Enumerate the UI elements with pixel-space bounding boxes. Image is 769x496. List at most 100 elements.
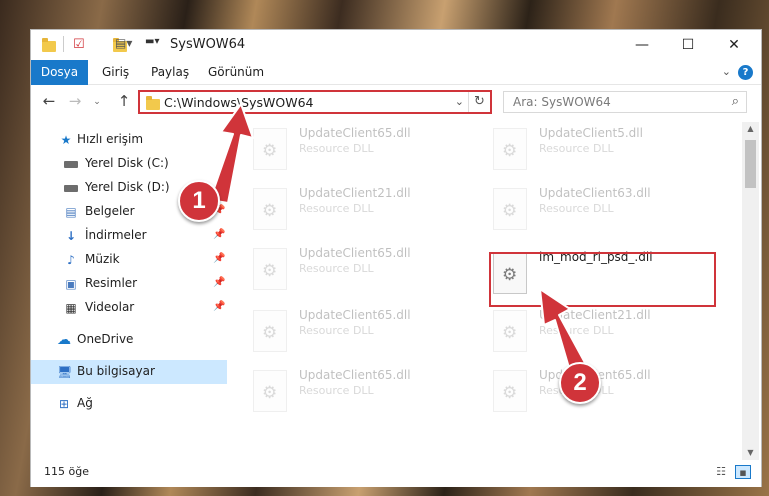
file-type: Resource DLL — [539, 202, 614, 215]
chevron-down-icon[interactable]: ▬▾ — [145, 36, 159, 52]
item-count: 115 öğe — [44, 465, 89, 478]
file-name: UpdateClient63.dll — [539, 186, 651, 200]
file-type: Resource DLL — [299, 202, 374, 215]
sidebar-item-disk-c[interactable]: Yerel Disk (C:) — [31, 152, 227, 176]
refresh-icon[interactable]: ↻ — [468, 92, 490, 112]
customize-toolbar-icon[interactable]: ▤▾ — [115, 36, 132, 52]
list-item[interactable]: UpdateClient65.dll Resource DLL — [247, 364, 483, 420]
disk-icon — [64, 161, 78, 168]
sidebar-item-onedrive[interactable]: ☁ OneDrive — [31, 328, 227, 352]
sidebar-item-network[interactable]: ⊞ Ağ — [31, 392, 227, 416]
sidebar-item-pictures[interactable]: ▣ Resimler 📌 — [31, 272, 227, 296]
dll-file-icon — [493, 188, 527, 230]
scrollbar-thumb[interactable] — [745, 140, 756, 188]
maximize-button[interactable]: ☐ — [665, 30, 711, 60]
pictures-icon: ▣ — [65, 277, 77, 291]
video-icon: ▦ — [65, 301, 77, 315]
list-item[interactable]: UpdateClient5.dll Resource DLL — [487, 122, 723, 178]
sidebar-item-label: Bu bilgisayar — [77, 364, 155, 378]
minimize-button[interactable]: — — [619, 30, 665, 60]
list-item[interactable]: UpdateClient21.dll Resource DLL — [247, 182, 483, 238]
window-title: SysWOW64 — [170, 37, 246, 52]
step-1-badge: 1 — [178, 180, 220, 222]
sidebar-item-this-pc[interactable]: 🖥 Bu bilgisayar — [31, 360, 227, 384]
list-item[interactable]: UpdateClient65.dll Resource DLL — [247, 122, 483, 178]
dll-file-icon — [493, 310, 527, 352]
file-type: Resource DLL — [539, 142, 614, 155]
sidebar-item-label: Videolar — [85, 300, 135, 314]
help-icon[interactable]: ? — [738, 65, 753, 80]
star-icon: ★ — [60, 133, 72, 147]
file-name: UpdateClient65.dll — [299, 368, 411, 382]
sidebar-item-music[interactable]: ♪ Müzik 📌 — [31, 248, 227, 272]
sidebar-item-label: Resimler — [85, 276, 138, 290]
dll-file-icon — [253, 370, 287, 412]
sidebar-item-label: Yerel Disk (D:) — [85, 180, 170, 194]
list-item[interactable]: UpdateClient65.dll Resource DLL — [247, 242, 483, 298]
up-arrow-icon[interactable]: ↑ — [114, 92, 134, 110]
file-name: UpdateClient65.dll — [299, 126, 411, 140]
file-type: Resource DLL — [299, 324, 374, 337]
list-item[interactable]: UpdateClient65.dll Resource DLL — [247, 304, 483, 360]
sidebar-item-label: Yerel Disk (C:) — [85, 156, 169, 170]
file-name: UpdateClient21.dll — [539, 308, 651, 322]
tab-view[interactable]: Görünüm — [208, 60, 264, 85]
file-name: UpdateClient65.dll — [299, 246, 411, 260]
search-input[interactable]: Ara: SysWOW64 ⌕ — [503, 91, 747, 113]
sidebar-item-label: Ağ — [77, 396, 93, 410]
scroll-down-icon[interactable]: ▼ — [742, 446, 759, 460]
chevron-down-icon[interactable]: ⌄ — [722, 65, 731, 78]
file-name: UpdateClient21.dll — [299, 186, 411, 200]
properties-icon[interactable]: ☑ — [73, 37, 85, 53]
details-view-icon[interactable]: ☷ — [713, 465, 729, 479]
sidebar-item-label: Müzik — [85, 252, 120, 266]
dll-file-icon — [493, 370, 527, 412]
sidebar-item-label: İndirmeler — [85, 228, 147, 242]
sidebar-item-quick-access[interactable]: ★ Hızlı erişim — [31, 128, 227, 152]
tab-home[interactable]: Giriş — [102, 60, 129, 85]
search-placeholder: Ara: SysWOW64 — [513, 95, 611, 109]
address-path[interactable]: C:\Windows\SysWOW64 — [164, 95, 313, 110]
tab-file[interactable]: Dosya — [31, 60, 88, 85]
navigation-pane: ★ Hızlı erişim Yerel Disk (C:) Yerel Dis… — [31, 122, 227, 460]
vertical-scrollbar[interactable]: ▲ ▼ — [742, 122, 759, 460]
tab-share[interactable]: Paylaş — [151, 60, 189, 85]
download-icon: ↓ — [65, 229, 77, 243]
step-2-badge: 2 — [559, 362, 601, 404]
list-item[interactable]: UpdateClient65.dll Resource DLL — [487, 364, 723, 420]
highlight-box — [489, 252, 716, 307]
pin-icon[interactable]: 📌 — [213, 229, 225, 240]
list-item[interactable]: UpdateClient21.dll Resource DLL — [487, 304, 723, 360]
file-name: UpdateClient65.dll — [299, 308, 411, 322]
dll-file-icon — [253, 248, 287, 290]
ribbon-tabs: Dosya Giriş Paylaş Görünüm ⌄ ? — [31, 60, 761, 85]
sidebar-item-videos[interactable]: ▦ Videolar 📌 — [31, 296, 227, 320]
chevron-down-icon[interactable]: ⌄ — [455, 95, 464, 108]
forward-arrow-icon[interactable]: → — [65, 92, 85, 110]
folder-icon — [146, 96, 160, 110]
sidebar-item-label: Belgeler — [85, 204, 135, 218]
sidebar-item-label: OneDrive — [77, 332, 134, 346]
dll-file-icon — [253, 128, 287, 170]
search-icon[interactable]: ⌕ — [732, 94, 739, 109]
sidebar-item-label: Hızlı erişim — [77, 132, 144, 146]
explorer-window: ☑ ▤▾ ▬▾ SysWOW64 — ☐ ✕ Dosya Giriş Payla… — [30, 29, 762, 487]
tiles-view-icon[interactable]: ▪ — [735, 465, 751, 479]
back-arrow-icon[interactable]: ← — [39, 92, 59, 110]
list-item[interactable]: UpdateClient63.dll Resource DLL — [487, 182, 723, 238]
folder-icon — [42, 38, 56, 52]
dll-file-icon — [253, 310, 287, 352]
address-bar[interactable]: C:\Windows\SysWOW64 ⌄ ↻ — [138, 90, 492, 114]
chevron-down-icon[interactable]: ⌄ — [87, 97, 107, 107]
pin-icon[interactable]: 📌 — [213, 253, 225, 264]
status-bar: 115 öğe ☷ ▪ — [31, 460, 761, 487]
computer-icon: 🖥 — [57, 365, 73, 379]
file-name: UpdateClient5.dll — [539, 126, 643, 140]
close-button[interactable]: ✕ — [711, 30, 757, 60]
sidebar-item-downloads[interactable]: ↓ İndirmeler 📌 — [31, 224, 227, 248]
scroll-up-icon[interactable]: ▲ — [742, 122, 759, 136]
pin-icon[interactable]: 📌 — [213, 277, 225, 288]
file-type: Resource DLL — [539, 324, 614, 337]
file-type: Resource DLL — [299, 142, 374, 155]
pin-icon[interactable]: 📌 — [213, 301, 225, 312]
